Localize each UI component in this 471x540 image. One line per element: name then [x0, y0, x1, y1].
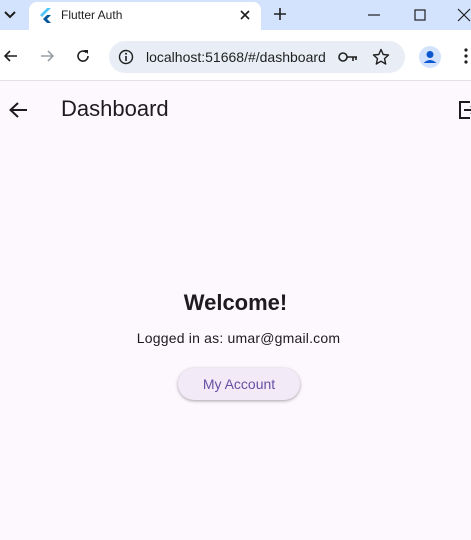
page-title: Dashboard [61, 96, 169, 121]
star-icon[interactable] [372, 48, 390, 66]
forward-arrow-icon[interactable] [39, 48, 55, 64]
info-icon[interactable] [118, 49, 134, 65]
welcome-heading: Welcome! [183, 290, 288, 315]
flutter-logo-icon [40, 8, 51, 23]
minimize-icon[interactable] [366, 7, 382, 23]
back-arrow-icon[interactable] [3, 48, 19, 64]
back-arrow-icon[interactable] [8, 101, 28, 119]
logout-icon[interactable] [458, 100, 471, 120]
window-close-icon[interactable] [456, 7, 471, 23]
profile-icon[interactable] [419, 46, 441, 68]
reload-icon[interactable] [75, 48, 91, 64]
plus-icon[interactable] [272, 6, 288, 22]
address-bar[interactable]: localhost:51668/#/dashboard [109, 41, 405, 73]
key-icon[interactable] [338, 49, 358, 65]
browser-toolbar: localhost:51668/#/dashboard [0, 30, 471, 81]
my-account-button[interactable]: My Account [178, 368, 300, 400]
browser-tabstrip: Flutter Auth [0, 0, 471, 30]
kebab-menu-icon[interactable] [464, 47, 468, 65]
url-text[interactable]: localhost:51668/#/dashboard [146, 49, 326, 65]
tab-title: Flutter Auth [61, 8, 123, 22]
maximize-icon[interactable] [412, 7, 428, 23]
close-icon[interactable] [237, 7, 253, 23]
logged-in-text: Logged in as: umar@gmail.com [136, 330, 341, 346]
browser-tab[interactable]: Flutter Auth [29, 2, 261, 30]
app-bar: Dashboard [0, 81, 471, 137]
tab-dropdown-icon[interactable] [2, 6, 18, 22]
